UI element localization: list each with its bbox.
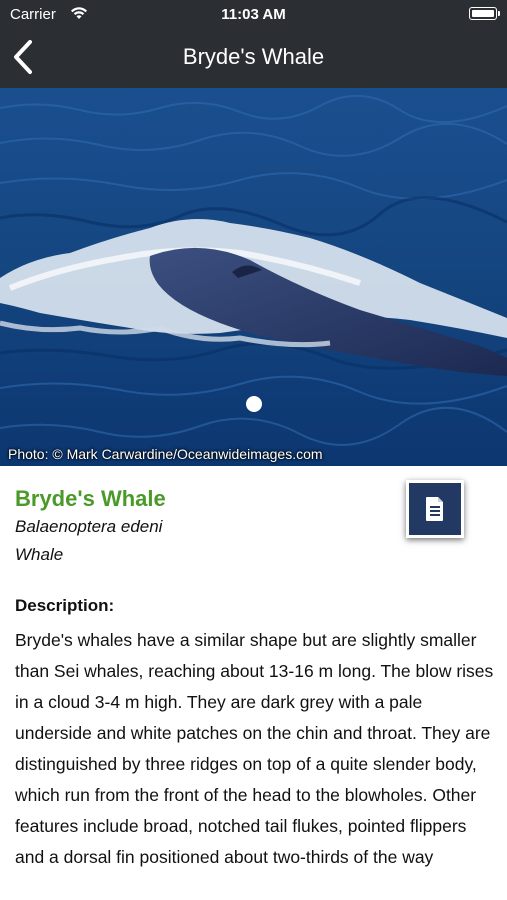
document-icon — [426, 497, 443, 521]
document-button[interactable] — [406, 480, 464, 538]
species-category: Whale — [15, 545, 64, 564]
clock: 11:03 AM — [221, 6, 286, 23]
carousel-page-dot[interactable] — [246, 396, 262, 412]
description-text: Bryde's whales have a similar shape but … — [15, 630, 494, 867]
photo-credit: Photo: © Mark Carwardine/Oceanwideimages… — [8, 446, 323, 462]
top-bar: Carrier 11:03 AM Bryde's Whale — [0, 0, 507, 88]
page-title: Bryde's Whale — [182, 44, 325, 69]
description-heading: Description: — [15, 596, 115, 615]
navigation-bar: Bryde's Whale — [0, 30, 507, 88]
status-bar: Carrier 11:03 AM — [0, 0, 507, 30]
battery-icon — [469, 7, 500, 20]
species-photo[interactable]: Photo: © Mark Carwardine/Oceanwideimages… — [0, 88, 507, 466]
